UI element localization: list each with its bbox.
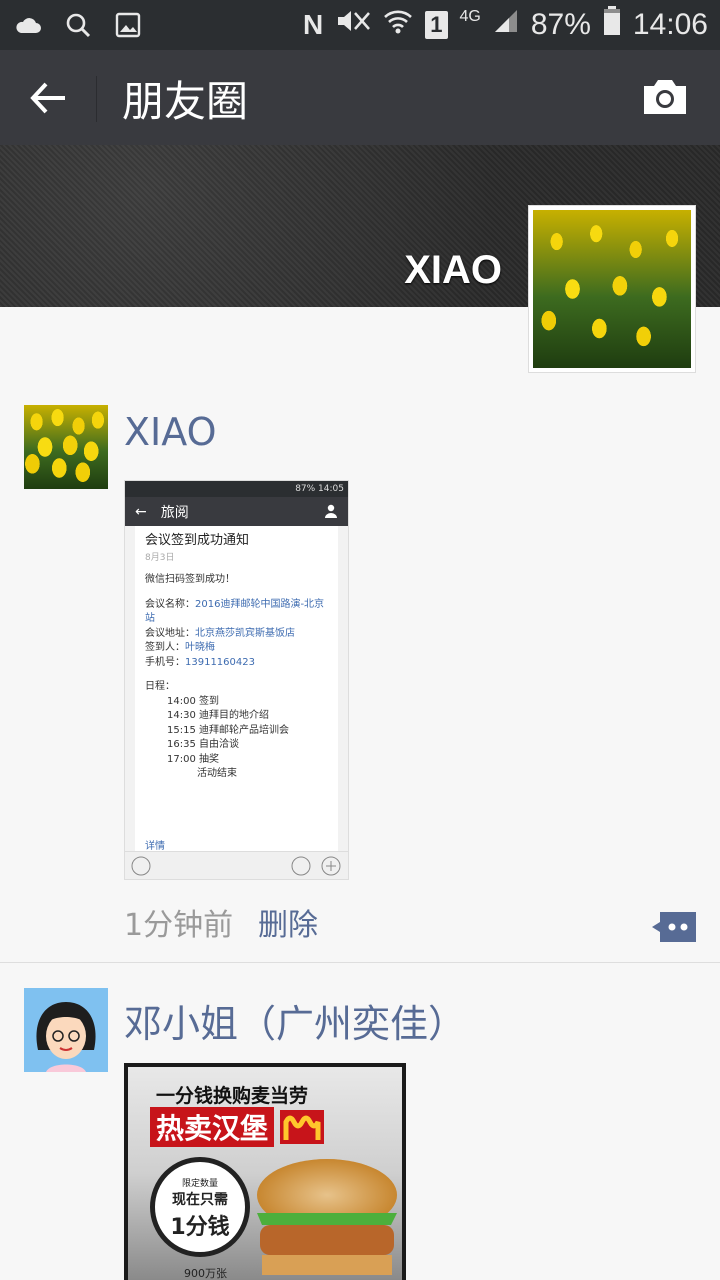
ad-headline: 一分钱换购麦当劳: [156, 1085, 309, 1107]
mcdonalds-logo-icon: [280, 1110, 325, 1144]
comment-icon: [652, 912, 696, 942]
ad-bottom-text: 900万张: [184, 1267, 227, 1280]
status-bar: N 1 4G 87% 14:06: [0, 0, 720, 50]
battery-percent: 87%: [530, 8, 591, 41]
screenshot-input-bar: [125, 851, 348, 879]
post-username[interactable]: XIAO: [124, 410, 216, 454]
screenshot-status-bar: 87% 14:05: [125, 481, 348, 497]
title-divider: [96, 76, 97, 122]
camera-icon: [644, 80, 686, 114]
ad-title: 热卖汉堡: [150, 1107, 325, 1147]
camera-button[interactable]: [642, 78, 688, 116]
post-avatar[interactable]: [24, 988, 108, 1072]
cover-username[interactable]: XIAO: [404, 248, 502, 293]
delete-link[interactable]: 删除: [258, 900, 318, 944]
post-time: 1分钟前: [124, 908, 234, 943]
network-type: 4G: [459, 8, 481, 25]
clock: 14:06: [632, 8, 708, 41]
gallery-icon: [114, 11, 142, 39]
ad-image: 一分钱换购麦当劳 热卖汉堡 限定数量 现在只需 1分钱 900万张: [128, 1067, 402, 1280]
sim-badge: 1: [425, 11, 448, 39]
arrow-left-icon: [30, 82, 65, 114]
cover-avatar[interactable]: [528, 205, 696, 373]
tulip-image: [533, 210, 691, 368]
page-title: 朋友圈: [122, 77, 249, 126]
price-badge: 限定数量 现在只需 1分钱: [150, 1157, 250, 1257]
tulip-image: [24, 405, 108, 489]
post-image[interactable]: 一分钱换购麦当劳 热卖汉堡 限定数量 现在只需 1分钱 900万张: [124, 1063, 406, 1280]
nfc-icon: N: [303, 9, 324, 40]
arrow-left-icon: ←: [135, 503, 147, 520]
mute-icon: [335, 8, 371, 42]
signal-icon: [493, 8, 519, 42]
back-button[interactable]: [28, 78, 68, 118]
screenshot-card: 会议签到成功通知 8月3日 微信扫码签到成功！ 会议名称：2016迪拜邮轮中国路…: [135, 526, 338, 856]
screenshot-title-bar: ← 旅阅: [125, 497, 348, 526]
battery-icon: [603, 6, 621, 44]
person-icon: [325, 504, 337, 518]
comment-button[interactable]: [652, 912, 696, 942]
post-avatar[interactable]: [24, 405, 108, 489]
post-image[interactable]: 87% 14:05 ← 旅阅 会议签到成功通知 8月3日 微信扫码签到成功！ 会…: [124, 480, 349, 880]
cloud-icon: [14, 11, 42, 39]
burger-image: [257, 1159, 397, 1275]
cartoon-avatar-icon: [24, 988, 108, 1072]
post-divider: [0, 962, 720, 963]
search-icon: [64, 11, 92, 39]
title-bar: 朋友圈: [0, 50, 720, 145]
wifi-icon: [383, 8, 413, 42]
post-username[interactable]: 邓小姐（广州奕佳）: [124, 993, 466, 1048]
